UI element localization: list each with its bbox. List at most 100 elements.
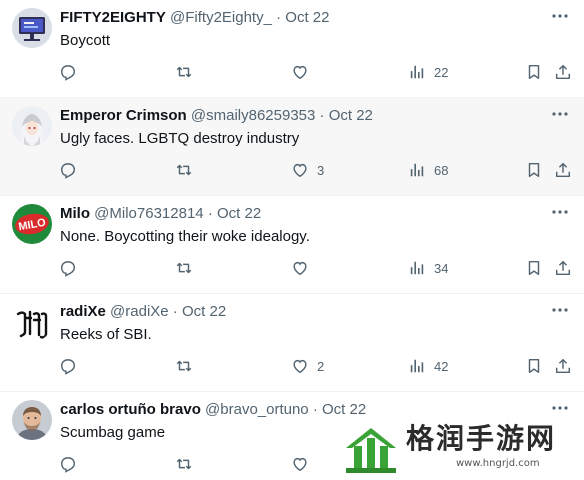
tweet-text: None. Boycotting their woke idealogy. [60, 228, 310, 245]
bookmark-button[interactable] [525, 62, 543, 82]
retweet-icon [176, 164, 192, 176]
reply-feed: FIFTY2EIGHTY @Fifty2Eighty_ · Oct 22 Boy… [0, 0, 584, 480]
bookmark-icon [528, 358, 540, 374]
retweet-button[interactable] [175, 62, 193, 82]
analytics-icon [410, 261, 424, 275]
reply-icon [60, 261, 76, 277]
tweet-date[interactable]: Oct 22 [285, 9, 329, 26]
reply-tweet[interactable]: MILO Milo @Milo76312814 · Oct 22 None. B… [0, 196, 584, 294]
avatar[interactable] [12, 106, 52, 146]
views-button[interactable]: 68 [408, 160, 448, 180]
view-count: 42 [434, 358, 449, 374]
like-button[interactable] [291, 62, 317, 82]
tweet-date[interactable]: Oct 22 [329, 107, 373, 124]
display-name[interactable]: radiXe [60, 303, 106, 320]
bookmark-button[interactable] [525, 160, 543, 180]
user-handle[interactable]: @bravo_ortuno [205, 401, 309, 418]
share-icon [555, 358, 571, 374]
retweet-button[interactable] [175, 454, 193, 474]
retweet-icon [176, 262, 192, 274]
monitor-avatar-icon [12, 8, 52, 48]
watermark-text: 格润手游网 [406, 422, 557, 455]
more-options-icon[interactable] [550, 300, 570, 320]
reply-button[interactable] [59, 258, 77, 278]
reply-icon [60, 163, 76, 179]
watermark-logo-icon [346, 428, 396, 473]
heart-icon [293, 65, 307, 80]
share-button[interactable] [554, 356, 572, 376]
reply-icon [60, 457, 76, 473]
more-options-icon[interactable] [550, 104, 570, 124]
views-button[interactable]: 34 [408, 258, 448, 278]
analytics-icon [410, 163, 424, 177]
bookmark-icon [528, 64, 540, 80]
avatar[interactable] [12, 8, 52, 48]
reply-button[interactable] [59, 62, 77, 82]
share-icon [555, 162, 571, 178]
share-button[interactable] [554, 160, 572, 180]
tweet-date[interactable]: Oct 22 [217, 205, 261, 222]
like-button[interactable] [291, 258, 317, 278]
views-button[interactable]: 42 [408, 356, 448, 376]
reply-button[interactable] [59, 454, 77, 474]
tweet-text: Ugly faces. LGBTQ destroy industry [60, 130, 300, 147]
anime-avatar-icon [12, 106, 52, 146]
share-button[interactable] [554, 62, 572, 82]
tweet-header: carlos ortuño bravo @bravo_ortuno · Oct … [60, 401, 366, 419]
avatar[interactable]: MILO [12, 204, 52, 244]
bookmark-icon [528, 260, 540, 276]
tweet-header: radiXe @radiXe · Oct 22 [60, 303, 226, 321]
retweet-icon [176, 360, 192, 372]
user-handle[interactable]: @Milo76312814 [94, 205, 203, 222]
retweet-icon [176, 458, 192, 470]
share-button[interactable] [554, 258, 572, 278]
more-options-icon[interactable] [550, 6, 570, 26]
tweet-header: FIFTY2EIGHTY @Fifty2Eighty_ · Oct 22 [60, 9, 329, 27]
separator-dot: · [312, 401, 318, 418]
view-count: 68 [434, 162, 449, 178]
tweet-header: Milo @Milo76312814 · Oct 22 [60, 205, 261, 223]
display-name[interactable]: Milo [60, 205, 90, 222]
bookmark-button[interactable] [525, 356, 543, 376]
retweet-button[interactable] [175, 258, 193, 278]
more-options-icon[interactable] [550, 202, 570, 222]
reply-tweet[interactable]: radiXe @radiXe · Oct 22 Reeks of SBI. 2 … [0, 294, 584, 392]
heart-icon [293, 457, 307, 472]
separator-dot: · [276, 9, 282, 26]
display-name[interactable]: Emperor Crimson [60, 107, 187, 124]
milo-logo-avatar-icon: MILO [12, 204, 52, 244]
like-button[interactable] [291, 454, 317, 474]
tweet-text: Boycott [60, 32, 111, 49]
reply-button[interactable] [59, 356, 77, 376]
action-bar: 22 [0, 60, 584, 84]
tweet-text: Reeks of SBI. [60, 326, 152, 343]
user-handle[interactable]: @radiXe [110, 303, 169, 320]
reply-tweet[interactable]: Emperor Crimson @smaily86259353 · Oct 22… [0, 98, 584, 196]
analytics-icon [410, 65, 424, 79]
reply-button[interactable] [59, 160, 77, 180]
user-handle[interactable]: @Fifty2Eighty_ [170, 9, 272, 26]
avatar[interactable] [12, 302, 52, 342]
bookmark-button[interactable] [525, 258, 543, 278]
like-button[interactable]: 2 [291, 356, 324, 376]
separator-dot: · [207, 205, 213, 222]
retweet-button[interactable] [175, 356, 193, 376]
like-button[interactable]: 3 [291, 160, 324, 180]
avatar[interactable] [12, 400, 52, 440]
action-bar: 34 [0, 256, 584, 280]
share-icon [555, 64, 571, 80]
separator-dot: · [172, 303, 178, 320]
reply-icon [60, 359, 76, 375]
reply-tweet[interactable]: FIFTY2EIGHTY @Fifty2Eighty_ · Oct 22 Boy… [0, 0, 584, 98]
tweet-date[interactable]: Oct 22 [182, 303, 226, 320]
retweet-button[interactable] [175, 160, 193, 180]
display-name[interactable]: FIFTY2EIGHTY [60, 9, 166, 26]
tweet-text: Scumbag game [60, 424, 166, 441]
retweet-icon [176, 66, 192, 78]
display-name[interactable]: carlos ortuño bravo [60, 401, 201, 418]
views-button[interactable]: 22 [408, 62, 448, 82]
action-bar: 2 42 [0, 354, 584, 378]
watermark-url: www.hngrjd.com [456, 458, 540, 469]
heart-icon [293, 261, 307, 276]
user-handle[interactable]: @smaily86259353 [191, 107, 315, 124]
